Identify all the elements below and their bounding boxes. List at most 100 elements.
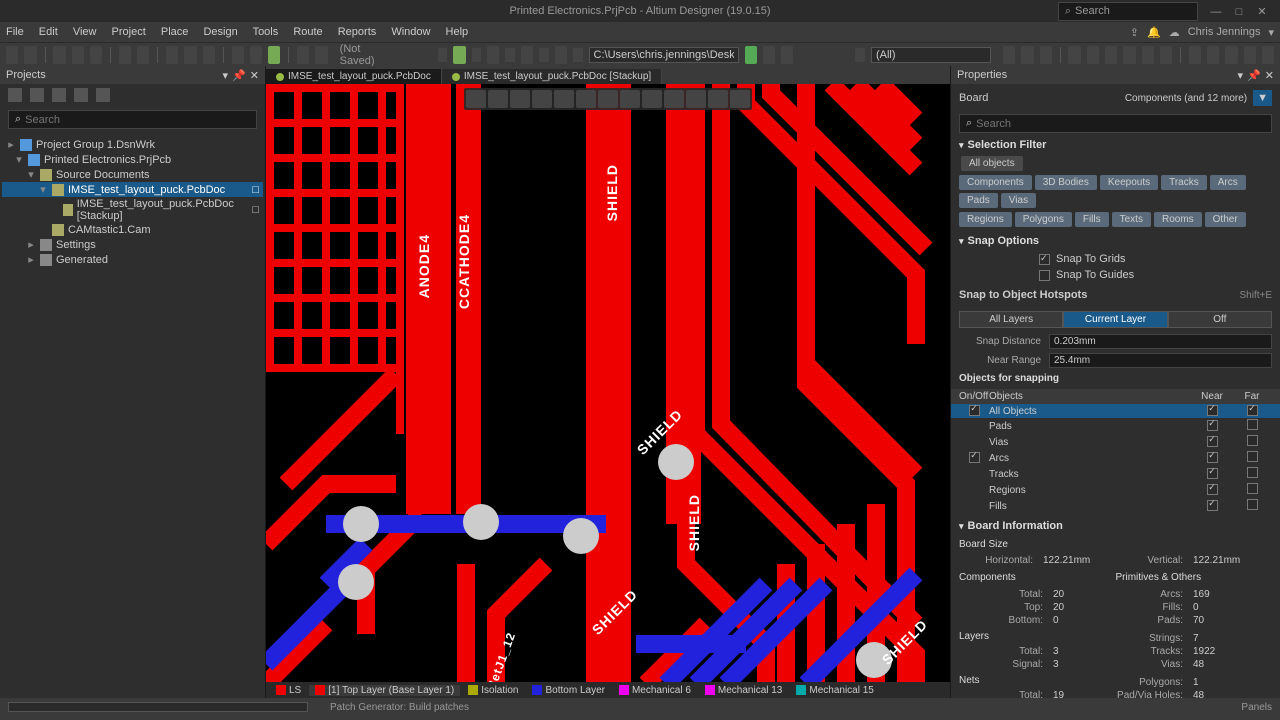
props-comp-more[interactable]: Components (and 12 more) xyxy=(1125,93,1247,104)
notification-icon[interactable]: 🔔 xyxy=(1147,26,1161,39)
ctb-3[interactable] xyxy=(510,90,530,108)
tool-b5[interactable] xyxy=(555,46,567,64)
menu-design[interactable]: Design xyxy=(203,26,237,38)
filter-icon[interactable]: ▼ xyxy=(1253,90,1272,106)
ht-current-layer[interactable]: Current Layer xyxy=(1063,311,1167,328)
layer-m15[interactable]: Mechanical 15 xyxy=(790,685,879,696)
tool-open[interactable] xyxy=(6,46,18,64)
near-range-input[interactable] xyxy=(1049,353,1272,368)
panel-menu-icon[interactable]: ▾ xyxy=(1238,70,1244,82)
props-search[interactable]: ⌕ xyxy=(959,114,1272,133)
ctb-9[interactable] xyxy=(642,90,662,108)
tree-doc-stackup[interactable]: IMSE_test_layout_puck.PcbDoc [Stackup]□ xyxy=(2,197,263,223)
ctb-4[interactable] xyxy=(532,90,552,108)
chip-pads[interactable]: Pads xyxy=(959,193,998,208)
rt-11[interactable] xyxy=(1207,46,1219,64)
doc-tab-pcb[interactable]: IMSE_test_layout_puck.PcbDoc xyxy=(266,69,442,84)
proj-btn-refresh[interactable] xyxy=(96,88,110,102)
project-search[interactable]: ⌕ xyxy=(8,110,257,129)
tree-doc-pcb[interactable]: ▾IMSE_test_layout_puck.PcbDoc□ xyxy=(2,182,263,197)
menu-reports[interactable]: Reports xyxy=(338,26,377,38)
share-icon[interactable]: ⇪ xyxy=(1130,26,1139,39)
path-b2[interactable] xyxy=(763,46,775,64)
tree-project[interactable]: ▾Printed Electronics.PrjPcb xyxy=(2,152,263,167)
chip-vias[interactable]: Vias xyxy=(1001,193,1036,208)
tree-settings[interactable]: ▸Settings xyxy=(2,237,263,252)
close-button[interactable]: ✕ xyxy=(1252,5,1272,18)
chip-tracks[interactable]: Tracks xyxy=(1161,175,1207,190)
rt-14[interactable] xyxy=(1262,46,1274,64)
panels-button[interactable]: Panels xyxy=(1241,702,1272,713)
rt-12[interactable] xyxy=(1225,46,1237,64)
rt-10[interactable] xyxy=(1189,46,1201,64)
tool-net[interactable] xyxy=(453,46,465,64)
snap-row-arcs[interactable]: Arcs xyxy=(951,450,1280,466)
ht-all-layers[interactable]: All Layers xyxy=(959,311,1063,328)
tool-run[interactable] xyxy=(268,46,280,64)
ctb-11[interactable] xyxy=(686,90,706,108)
rt-13[interactable] xyxy=(1244,46,1256,64)
chip-arcs[interactable]: Arcs xyxy=(1210,175,1246,190)
cb-snap-guides[interactable] xyxy=(1039,270,1050,281)
props-search-input[interactable] xyxy=(976,118,1265,130)
snap-distance-input[interactable] xyxy=(1049,334,1272,349)
ctb-1[interactable] xyxy=(466,90,486,108)
ctb-12[interactable] xyxy=(708,90,728,108)
status-scroll[interactable] xyxy=(8,702,308,712)
ctb-10[interactable] xyxy=(664,90,684,108)
filter-field[interactable] xyxy=(871,47,991,63)
tree-generated[interactable]: ▸Generated xyxy=(2,252,263,267)
chip-other[interactable]: Other xyxy=(1205,212,1246,227)
tool-x2[interactable] xyxy=(315,46,327,64)
tree-source-docs[interactable]: ▾Source Documents xyxy=(2,167,263,182)
ctb-13[interactable] xyxy=(730,90,750,108)
snap-row-fills[interactable]: Fills xyxy=(951,498,1280,514)
menu-tools[interactable]: Tools xyxy=(253,26,279,38)
cb-snap-grids[interactable] xyxy=(1039,254,1050,265)
pcb-canvas[interactable]: ANODE4 CCATHODE4 SHIELD SHIELD SHIELD SH… xyxy=(266,84,950,682)
ctb-8[interactable] xyxy=(620,90,640,108)
tool-print[interactable] xyxy=(53,46,65,64)
sec-snap-options[interactable]: Snap Options xyxy=(951,231,1280,251)
rt-6[interactable] xyxy=(1105,46,1117,64)
rt-7[interactable] xyxy=(1123,46,1135,64)
maximize-button[interactable]: □ xyxy=(1229,6,1249,18)
project-search-input[interactable] xyxy=(25,114,250,126)
ctb-6[interactable] xyxy=(576,90,596,108)
dd-filter[interactable] xyxy=(855,48,865,62)
menu-place[interactable]: Place xyxy=(161,26,189,38)
cloud-icon[interactable]: ☁ xyxy=(1169,26,1180,39)
tool-cut[interactable] xyxy=(119,46,131,64)
menu-view[interactable]: View xyxy=(73,26,97,38)
snap-row-vias[interactable]: Vias xyxy=(951,434,1280,450)
chip-polygons[interactable]: Polygons xyxy=(1015,212,1072,227)
menu-file[interactable]: File xyxy=(6,26,24,38)
ctb-7[interactable] xyxy=(598,90,618,108)
tool-select[interactable] xyxy=(232,46,244,64)
path-field[interactable] xyxy=(589,47,739,63)
chip-fills[interactable]: Fills xyxy=(1075,212,1109,227)
tool-preview[interactable] xyxy=(72,46,84,64)
path-go[interactable] xyxy=(745,46,757,64)
sec-board-info[interactable]: Board Information xyxy=(951,516,1280,536)
user-name[interactable]: Chris Jennings xyxy=(1188,26,1261,38)
layer-iso[interactable]: Isolation xyxy=(462,685,524,696)
minimize-button[interactable]: — xyxy=(1206,6,1226,18)
ctb-5[interactable] xyxy=(554,90,574,108)
panel-menu-icon[interactable]: ▾ xyxy=(223,70,229,82)
dd-3[interactable] xyxy=(505,48,515,62)
layer-bot[interactable]: Bottom Layer xyxy=(526,685,610,696)
tool-b4[interactable] xyxy=(521,46,533,64)
dd-5[interactable] xyxy=(573,48,583,62)
layer-m13[interactable]: Mechanical 13 xyxy=(699,685,788,696)
dd-snap[interactable] xyxy=(438,48,448,62)
chip-rooms[interactable]: Rooms xyxy=(1154,212,1202,227)
menu-window[interactable]: Window xyxy=(391,26,430,38)
dd-2[interactable] xyxy=(472,48,482,62)
rt-5[interactable] xyxy=(1087,46,1099,64)
chip-regions[interactable]: Regions xyxy=(959,212,1012,227)
chip-keepouts[interactable]: Keepouts xyxy=(1100,175,1158,190)
snap-row-pads[interactable]: Pads xyxy=(951,418,1280,434)
path-b3[interactable] xyxy=(781,46,793,64)
layer-top[interactable]: [1] Top Layer (Base Layer 1) xyxy=(309,685,460,696)
